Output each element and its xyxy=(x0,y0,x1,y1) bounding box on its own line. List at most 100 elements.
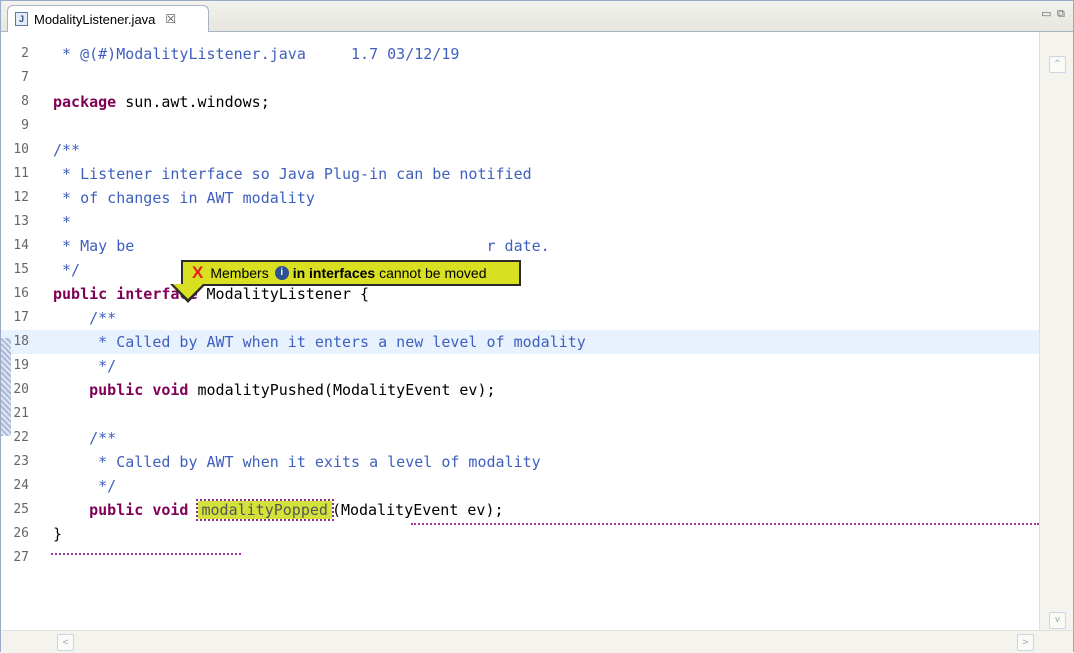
code-line[interactable]: 19 */ xyxy=(1,354,1041,378)
comment-text: * @(#)ModalityListener.java 1.7 03/12/19 xyxy=(53,45,460,63)
code-text: package sun.awt.windows; xyxy=(53,90,270,114)
line-number: 27 xyxy=(13,550,29,565)
line-number: 11 xyxy=(13,166,29,181)
code-line[interactable]: 24 */ xyxy=(1,474,1041,498)
code-text: * @(#)ModalityListener.java 1.7 03/12/19 xyxy=(53,42,459,66)
line-number: 17 xyxy=(13,310,29,325)
scroll-down-icon[interactable]: v xyxy=(1049,612,1066,629)
comment-text: * of changes in AWT modality xyxy=(53,189,315,207)
comment-text: /** xyxy=(53,309,117,327)
code-text: * Called by AWT when it exits a level of… xyxy=(53,450,541,474)
plain-text: } xyxy=(53,525,63,543)
code-line[interactable]: 7 xyxy=(1,66,1041,90)
code-rest: (ModalityEvent ev); xyxy=(331,501,504,519)
line-number: 25 xyxy=(13,502,29,517)
line-number: 9 xyxy=(21,118,29,133)
code-line[interactable]: 22 /** xyxy=(1,426,1041,450)
code-line[interactable]: 2 * @(#)ModalityListener.java 1.7 03/12/… xyxy=(1,42,1041,66)
code-line[interactable]: 10 /** xyxy=(1,138,1041,162)
minimize-icon[interactable]: ▭ xyxy=(1041,7,1051,20)
tooltip-text-2: in interfaces xyxy=(292,265,376,281)
comment-text: /** xyxy=(53,429,117,447)
code-line[interactable]: 25 public void modalityPopped (ModalityEv… xyxy=(1,498,1041,522)
keyword: package xyxy=(53,93,117,111)
code-text: /** xyxy=(53,306,116,330)
comment-text: * Listener interface so Java Plug-in can… xyxy=(53,165,532,183)
code-editor[interactable]: 2 * @(#)ModalityListener.java 1.7 03/12/… xyxy=(1,32,1041,630)
line-number: 13 xyxy=(13,214,29,229)
scroll-left-icon[interactable]: < xyxy=(57,634,74,651)
code-line[interactable]: 15 */ xyxy=(1,258,1041,282)
code-rest: sun.awt.windows; xyxy=(116,93,270,111)
code-rest: modalityPushed(ModalityEvent ev); xyxy=(188,381,496,399)
linked-edit-field[interactable]: modalityPopped xyxy=(195,499,334,521)
maximize-icon[interactable]: ⧉ xyxy=(1057,7,1065,21)
info-icon: i xyxy=(274,266,289,280)
tooltip-text-1: Members xyxy=(210,265,269,281)
keyword: public void xyxy=(53,381,189,399)
code-line[interactable]: 13 * xyxy=(1,210,1041,234)
code-text: public void modalityPopped (ModalityEvent… xyxy=(53,498,504,522)
tab-bar: J ModalityListener.java ☒ ▭ ⧉ xyxy=(1,1,1073,32)
code-text: */ xyxy=(53,354,116,378)
code-line[interactable]: 14 * May be r date. xyxy=(1,234,1041,258)
code-line[interactable]: 23 * Called by AWT when it exits a level… xyxy=(1,450,1041,474)
code-line[interactable]: 18 * Called by AWT when it enters a new … xyxy=(1,330,1041,354)
code-line[interactable]: 20 public void modalityPushed(ModalityEv… xyxy=(1,378,1041,402)
code-line[interactable]: 12 * of changes in AWT modality xyxy=(1,186,1041,210)
keyword: public void xyxy=(53,501,189,519)
scroll-up-icon[interactable]: ^ xyxy=(1049,56,1066,73)
comment-text: */ xyxy=(53,261,81,279)
code-line[interactable]: 27 xyxy=(1,546,1041,570)
refactor-error-tooltip: X Members i in interfaces cannot be move… xyxy=(181,260,521,286)
tab-title: ModalityListener.java xyxy=(34,11,156,27)
comment-text: */ xyxy=(53,477,117,495)
code-line[interactable]: 26} xyxy=(1,522,1041,546)
editor-window: J ModalityListener.java ☒ ▭ ⧉ 2 * @(#)Mo… xyxy=(0,0,1074,653)
code-line[interactable]: 21 xyxy=(1,402,1041,426)
change-ruler xyxy=(1,338,11,436)
code-text: */ xyxy=(53,258,80,282)
comment-text: * May be r date. xyxy=(53,237,550,255)
code-text: * xyxy=(53,210,71,234)
line-number: 12 xyxy=(13,190,29,205)
code-text: * Called by AWT when it enters a new lev… xyxy=(53,330,586,354)
line-number: 14 xyxy=(13,238,29,253)
tooltip-text-3: cannot be moved xyxy=(379,265,487,281)
line-number: 23 xyxy=(13,454,29,469)
code-text: public void modalityPushed(ModalityEvent… xyxy=(53,378,496,402)
horizontal-scrollbar[interactable]: < > xyxy=(1,630,1073,653)
code-text: * May be r date. xyxy=(53,234,550,258)
code-text: /** xyxy=(53,138,80,162)
code-line[interactable]: 8 package sun.awt.windows; xyxy=(1,90,1041,114)
line-number: 16 xyxy=(13,286,29,301)
code-line[interactable]: 11 * Listener interface so Java Plug-in … xyxy=(1,162,1041,186)
code-rest: ModalityListener { xyxy=(197,285,370,303)
line-number: 2 xyxy=(21,46,29,61)
scroll-right-icon[interactable]: > xyxy=(1017,634,1034,651)
code-line[interactable]: 9 xyxy=(1,114,1041,138)
code-text: * Listener interface so Java Plug-in can… xyxy=(53,162,532,186)
vertical-scrollbar[interactable]: ^ v xyxy=(1039,32,1073,630)
line-number: 7 xyxy=(21,70,29,85)
java-file-icon: J xyxy=(15,12,28,26)
comment-text: */ xyxy=(53,357,117,375)
code-text: } xyxy=(53,522,62,546)
code-text: /** xyxy=(53,426,116,450)
code-line[interactable]: 16 public interface ModalityListener { xyxy=(1,282,1041,306)
line-number: 8 xyxy=(21,94,29,109)
line-number: 15 xyxy=(13,262,29,277)
close-tab-icon[interactable]: ☒ xyxy=(165,12,176,26)
comment-text: * Called by AWT when it exits a level of… xyxy=(53,453,541,471)
comment-text: /** xyxy=(53,141,81,159)
line-number: 10 xyxy=(13,142,29,157)
code-text: */ xyxy=(53,474,116,498)
linked-edit-overline xyxy=(411,523,1039,525)
tab-modalitylistener[interactable]: J ModalityListener.java ☒ xyxy=(7,5,209,32)
code-text: * of changes in AWT modality xyxy=(53,186,315,210)
comment-text: * Called by AWT when it enters a new lev… xyxy=(53,333,586,351)
code-line[interactable]: 17 /** xyxy=(1,306,1041,330)
comment-text: * xyxy=(53,213,72,231)
linked-edit-underline xyxy=(51,553,241,555)
tooltip-pointer-fill xyxy=(173,284,203,299)
